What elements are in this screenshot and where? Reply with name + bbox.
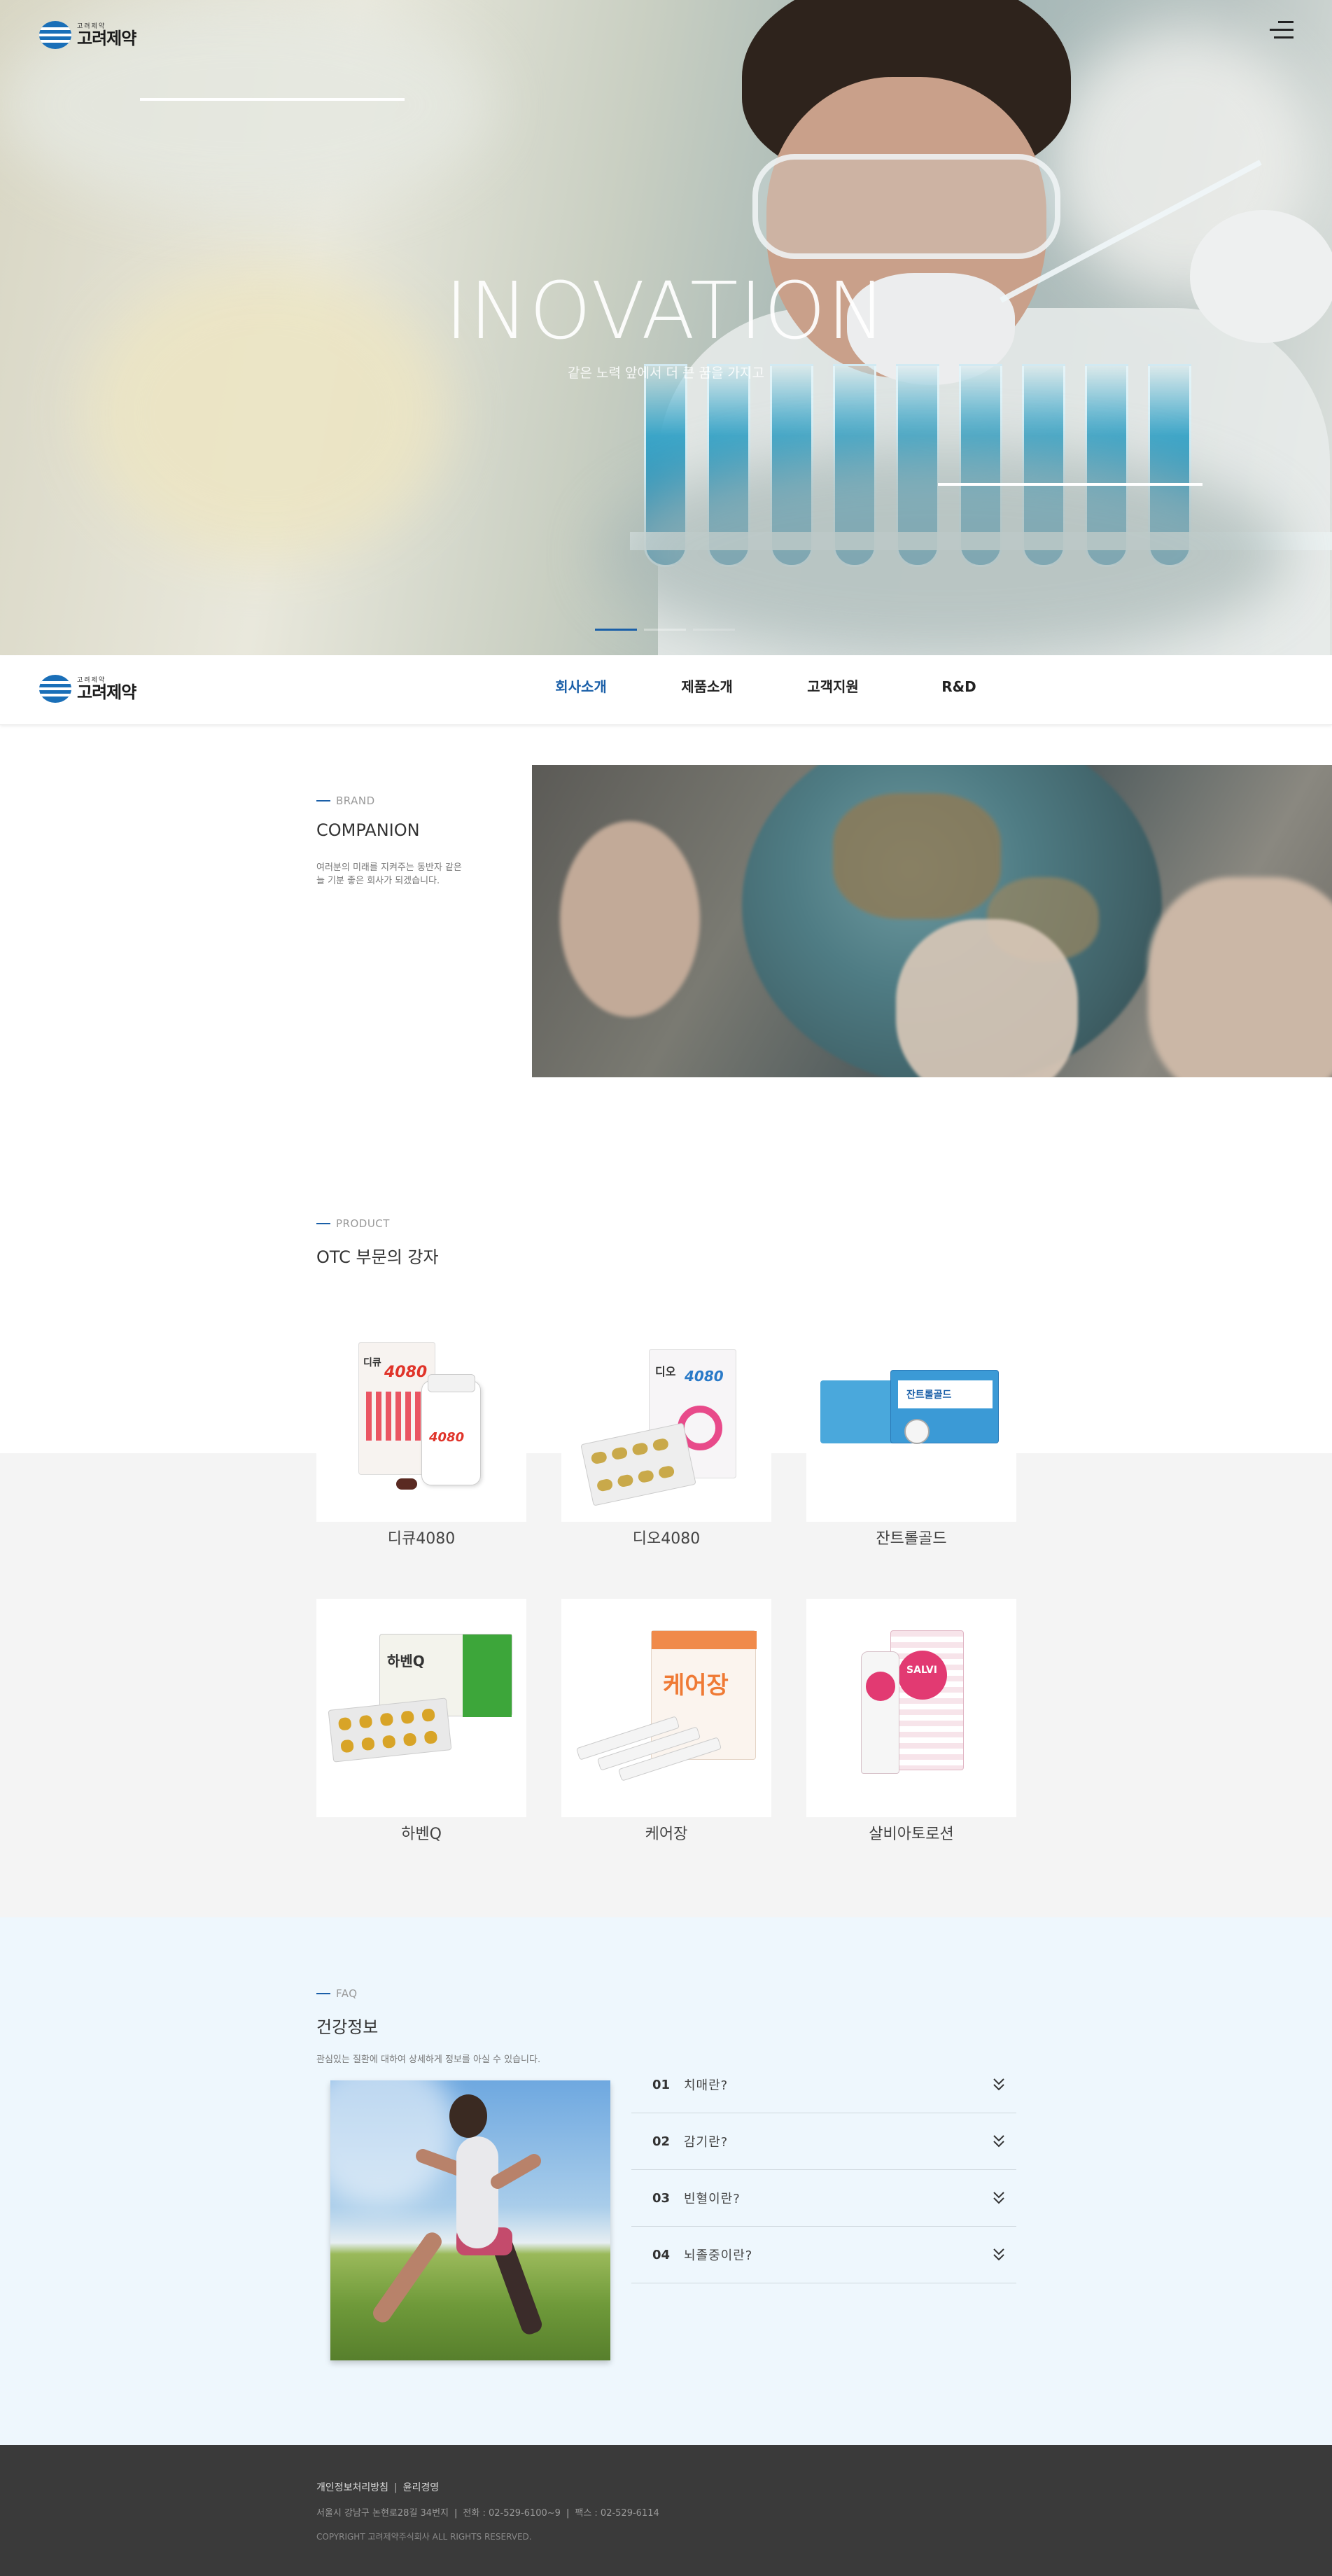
product-box-label: 잔트롤골드 [906,1390,952,1401]
logo-text: 고려제약 [77,28,136,48]
faq-item[interactable]: 02 감기란? [631,2113,1016,2170]
footer-ethics-link[interactable]: 윤리경영 [403,2482,440,2493]
footer-separator: | [394,2482,398,2493]
product-label-text: PRODUCT [336,1217,390,1230]
brand-desc-line: 여러분의 미래를 지켜주는 동반자 같은 [316,862,462,873]
product-box-label: 디오 [655,1365,676,1378]
product-section-title: OTC 부문의 강자 [316,1247,439,1267]
brand-globe-image [532,765,1332,1077]
faq-number: 04 [652,2247,671,2262]
product-box-number: 4080 [384,1364,428,1381]
hero-banner: INOVATION 같은 노력 앞에서 더 큰 꿈을 가지고 고려제약 고려제약 [0,0,1332,655]
hero-logo[interactable]: 고려제약 고려제약 [39,20,136,50]
main-navbar: 고려제약 고려제약 회사소개 제품소개 고객지원 R&D [0,655,1332,725]
logo-text: 고려제약 [77,682,136,702]
footer-separator: | [454,2508,458,2519]
footer-address: 서울시 강남구 논현로28길 34번지 | 전화 : 02-529-6100~9 | 팩… [316,2505,659,2519]
product-box-label: 케어장 [663,1672,729,1700]
faq-section-label: FAQ [316,1987,358,2000]
hero-line-top [140,98,405,101]
logo-icon [39,21,71,49]
product-box-label: 하벤Q [387,1653,425,1670]
footer-copyright: COPYRIGHT 고려제약주식회사 ALL RIGHTS RESERVED. [316,2532,532,2542]
chevron-double-down-icon[interactable] [993,2133,1005,2150]
hero-bg-blur [602,448,1288,655]
faq-list: 01 치매란? 02 감기란? 03 빈혈이란? 04 뇌졸중이란? [631,2057,1016,2283]
slide-dot[interactable] [644,629,686,631]
product-name: 디오4080 [632,1530,701,1548]
brand-section-label: BRAND [316,794,375,807]
nav-item-company[interactable]: 회사소개 [518,655,644,725]
footer-phone: 전화 : 02-529-6100~9 [463,2508,561,2519]
slide-dot[interactable] [693,629,735,631]
slide-dot-active[interactable] [595,629,637,631]
product-card-salvi[interactable]: SALVI [806,1599,1016,1817]
brand-section-desc: 여러분의 미래를 지켜주는 동반자 같은 늘 기분 좋은 회사가 되겠습니다. [316,861,462,888]
product-name: 잔트롤골드 [876,1530,947,1548]
product-blister-image [328,1698,452,1763]
footer-address-text: 서울시 강남구 논현로28길 34번지 [316,2508,449,2519]
faq-question: 빈혈이란? [684,2192,741,2206]
faq-question: 뇌졸중이란? [684,2248,753,2263]
product-bottle-number: 4080 [429,1430,465,1445]
product-box-number: 4080 [685,1368,724,1385]
nav-item-products[interactable]: 제품소개 [644,655,770,725]
faq-question: 치매란? [684,2078,729,2093]
product-card-havenq[interactable]: 하벤Q [316,1599,526,1817]
hero-line-bottom [938,483,1203,486]
product-tube-image [861,1651,899,1774]
brand-section-title: COMPANION [316,820,420,840]
hamburger-menu-icon[interactable] [1270,20,1294,41]
hero-title: INOVATION [444,266,888,357]
faq-number: 02 [652,2134,671,2149]
nav-item-support[interactable]: 고객지원 [770,655,896,725]
product-pill [396,1478,417,1490]
product-box-label: 디큐 [363,1357,381,1368]
product-name: 디큐4080 [387,1530,456,1548]
product-card-careJang[interactable]: 케어장 [561,1599,771,1817]
faq-section-desc: 관심있는 질환에 대하여 상세하게 정보를 아실 수 있습니다. [316,2054,541,2065]
footer-privacy-link[interactable]: 개인정보처리방침 [316,2482,388,2493]
product-name: 하벤Q [401,1826,442,1843]
chevron-double-down-icon[interactable] [993,2190,1005,2206]
product-name: 살비아토로션 [869,1826,954,1843]
faq-question: 감기란? [684,2135,729,2150]
faq-label-text: FAQ [336,1987,358,2000]
footer-fax: 팩스 : 02-529-6114 [575,2508,659,2519]
chevron-double-down-icon[interactable] [993,2076,1005,2093]
runner-image [330,2080,610,2360]
brand-label-text: BRAND [336,794,375,807]
chevron-double-down-icon[interactable] [993,2246,1005,2263]
product-box-image: SALVI [890,1630,964,1770]
product-box-label: SALVI [906,1665,937,1676]
product-card-dio4080[interactable]: 디오 4080 [561,1303,771,1522]
product-section-label: PRODUCT [316,1217,390,1230]
product-cap [904,1419,930,1444]
faq-number: 01 [652,2077,671,2092]
footer: 개인정보처리방침 | 윤리경영 서울시 강남구 논현로28길 34번지 | 전화 : 0… [0,2445,1332,2576]
faq-item[interactable]: 04 뇌졸중이란? [631,2227,1016,2283]
product-blister-image [580,1422,696,1506]
faq-item[interactable]: 03 빈혈이란? [631,2170,1016,2227]
logo-icon [39,675,71,703]
product-card-zantrol[interactable]: 잔트롤골드 [806,1303,1016,1522]
faq-section-title: 건강정보 [316,2017,379,2037]
nav-item-rnd[interactable]: R&D [896,655,1022,725]
hero-subtitle: 같은 노력 앞에서 더 큰 꿈을 가지고 [568,365,764,381]
product-name: 케어장 [645,1826,688,1843]
nav-logo[interactable]: 고려제약 고려제약 [39,675,136,703]
slide-indicator[interactable] [595,629,735,631]
footer-links: 개인정보처리방침 | 윤리경영 [316,2480,439,2494]
product-bottle-image: 4080 [421,1374,481,1485]
faq-number: 03 [652,2190,671,2206]
footer-separator: | [566,2508,570,2519]
faq-item[interactable]: 01 치매란? [631,2057,1016,2113]
product-card-dq4080[interactable]: 디큐 4080 4080 [316,1303,526,1522]
brand-desc-line: 늘 기분 좋은 회사가 되겠습니다. [316,876,440,886]
